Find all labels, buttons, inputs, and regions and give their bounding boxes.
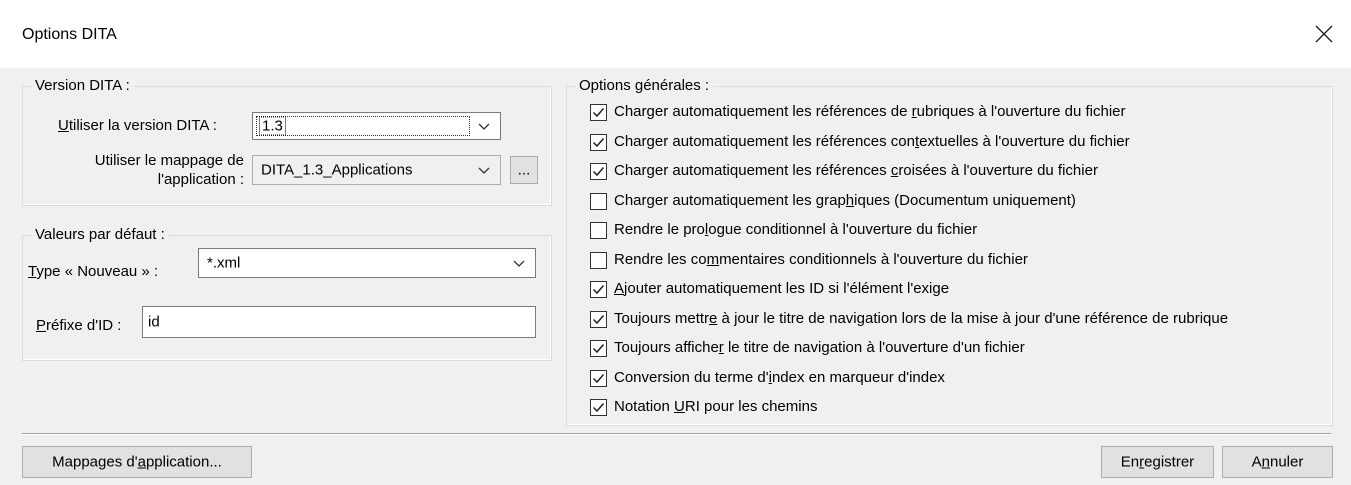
checkbox[interactable] (590, 369, 607, 387)
general-option-label: Ajouter automatiquement les ID si l'élém… (614, 280, 950, 297)
chevron-down-icon (478, 123, 490, 130)
checkbox[interactable] (590, 222, 607, 239)
id-prefix-label: Préfixe d'ID : (36, 317, 122, 334)
focus-rectangle (256, 116, 470, 136)
title-bar: Options DITA (0, 0, 1351, 68)
dialog-title: Options DITA (22, 26, 117, 43)
dita-version-value: 1.3 (259, 116, 286, 136)
dita-version-select[interactable]: 1.3 (252, 112, 501, 140)
new-type-value: *.xml (207, 254, 241, 272)
general-option-label: Notation URI pour les chemins (614, 398, 818, 415)
checkmark-icon (592, 285, 605, 295)
checkbox[interactable] (590, 192, 607, 210)
app-mapping-value: DITA_1.3_Applications (261, 161, 413, 179)
checkbox[interactable] (590, 310, 607, 328)
general-option-label: Toujours mettre à jour le titre de navig… (614, 309, 1229, 327)
general-options-legend: Options générales : (575, 77, 714, 95)
checkbox[interactable] (590, 340, 607, 357)
checkmark-icon (592, 137, 605, 147)
general-option-label: Charger automatiquement les références c… (614, 132, 1130, 150)
version-dita-legend: Version DITA : (31, 77, 134, 95)
general-option-label: Toujours afficher le titre de navigation… (614, 339, 1025, 356)
id-prefix-value: id (148, 313, 160, 331)
general-option-label: Charger automatiquement les références d… (614, 103, 1126, 120)
save-button[interactable]: Enregistrer (1101, 446, 1214, 478)
checkmark-icon (592, 344, 605, 354)
defaults-legend: Valeurs par défaut : (31, 226, 169, 244)
new-type-select[interactable]: *.xml (198, 248, 536, 278)
chevron-down-icon (478, 167, 490, 174)
app-mapping-select[interactable]: DITA_1.3_Applications (252, 155, 501, 185)
id-prefix-input[interactable]: id (142, 306, 536, 338)
checkbox[interactable] (590, 133, 607, 151)
general-option-label: Rendre le prologue conditionnel à l'ouve… (614, 221, 978, 238)
checkbox[interactable] (590, 251, 607, 269)
dita-version-label: Utiliser la version DITA : (58, 117, 217, 134)
general-option-label: Charger automatiquement les références c… (614, 162, 1098, 179)
checkmark-icon (592, 403, 605, 413)
general-option-label: Charger automatiquement les graphiques (… (614, 191, 1076, 209)
app-mapping-label: Utiliser le mappage de l'application : (48, 151, 244, 189)
close-icon[interactable] (1307, 18, 1341, 50)
new-type-label: Type « Nouveau » : (28, 263, 159, 280)
checkbox[interactable] (590, 104, 607, 121)
checkmark-icon (592, 167, 605, 177)
chevron-down-icon (513, 260, 525, 267)
cancel-button[interactable]: Annuler (1222, 446, 1333, 478)
checkmark-icon (592, 373, 605, 383)
checkbox[interactable] (590, 399, 607, 416)
checkbox[interactable] (590, 163, 607, 180)
general-option-label: Rendre les commentaires conditionnels à … (614, 250, 1028, 268)
app-mappings-button[interactable]: Mappages d'application... (22, 446, 252, 478)
checkbox[interactable] (590, 281, 607, 298)
checkmark-icon (592, 108, 605, 118)
separator (22, 433, 1331, 435)
app-mapping-label-line2: l'application : (157, 171, 244, 188)
browse-mapping-button[interactable]: ... (510, 156, 538, 184)
app-mapping-label-line1: Utiliser le mappage de (94, 152, 244, 169)
general-option-label: Conversion du terme d'index en marqueur … (614, 368, 945, 386)
checkmark-icon (592, 314, 605, 324)
